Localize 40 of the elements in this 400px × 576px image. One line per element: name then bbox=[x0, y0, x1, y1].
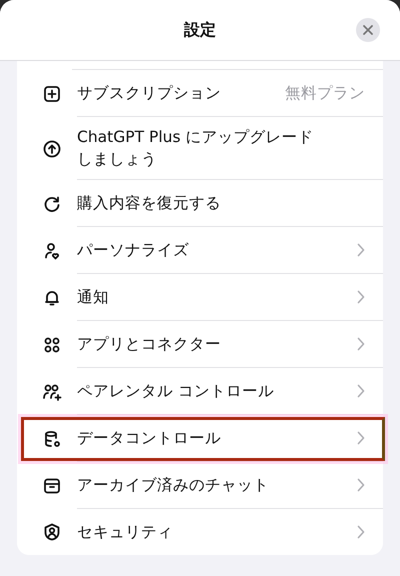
settings-row[interactable]: 通知 bbox=[17, 274, 383, 321]
row-label: ペアレンタル コントロール bbox=[77, 381, 275, 402]
row-label: データコントロール bbox=[77, 428, 222, 449]
settings-row[interactable]: ペアレンタル コントロール bbox=[17, 368, 383, 415]
four-circles-icon bbox=[42, 334, 62, 354]
settings-row[interactable]: アプリとコネクター bbox=[17, 321, 383, 368]
chevron-right-icon bbox=[357, 243, 365, 257]
chevron-right-icon bbox=[357, 384, 365, 398]
settings-row[interactable]: データコントロール bbox=[17, 415, 383, 462]
close-button[interactable] bbox=[356, 18, 380, 42]
row-label: 通知 bbox=[77, 287, 110, 308]
settings-row[interactable]: ChatGPT Plus にアップグレードしましょう bbox=[17, 117, 383, 180]
database-gear-icon bbox=[42, 428, 62, 448]
shield-person-icon bbox=[42, 522, 62, 542]
settings-row[interactable]: セキュリティ bbox=[17, 509, 383, 555]
row-label: ChatGPT Plus にアップグレードしましょう bbox=[77, 127, 314, 170]
chevron-right-icon bbox=[357, 337, 365, 351]
people-plus-icon bbox=[42, 382, 62, 402]
plan-value: 無料プラン bbox=[285, 82, 365, 104]
chevron-right-icon bbox=[357, 290, 365, 304]
settings-row[interactable]: 購入内容を復元する bbox=[17, 180, 383, 227]
row-label: セキュリティ bbox=[77, 522, 174, 543]
chevron-right-icon bbox=[357, 431, 365, 445]
row-label: サブスクリプション bbox=[77, 83, 222, 104]
row-label: 購入内容を復元する bbox=[77, 193, 222, 214]
row-label: アーカイブ済みのチャット bbox=[77, 475, 270, 496]
row-label: パーソナライズ bbox=[77, 240, 190, 261]
chevron-right-icon bbox=[357, 525, 365, 539]
refresh-icon bbox=[42, 194, 62, 214]
chevron-right-icon bbox=[357, 478, 365, 492]
settings-row[interactable]: パーソナライズ bbox=[17, 227, 383, 274]
settings-row[interactable]: サブスクリプション 無料プラン bbox=[17, 70, 383, 117]
row-label: アプリとコネクター bbox=[77, 334, 222, 355]
up-arrow-circle-icon bbox=[42, 138, 62, 158]
plus-square-icon bbox=[42, 84, 62, 104]
sheet-title: 設定 bbox=[184, 20, 216, 40]
person-heart-icon bbox=[42, 240, 62, 260]
archive-box-icon bbox=[42, 476, 62, 496]
close-icon bbox=[362, 24, 374, 36]
settings-row[interactable]: アーカイブ済みのチャット bbox=[17, 462, 383, 509]
